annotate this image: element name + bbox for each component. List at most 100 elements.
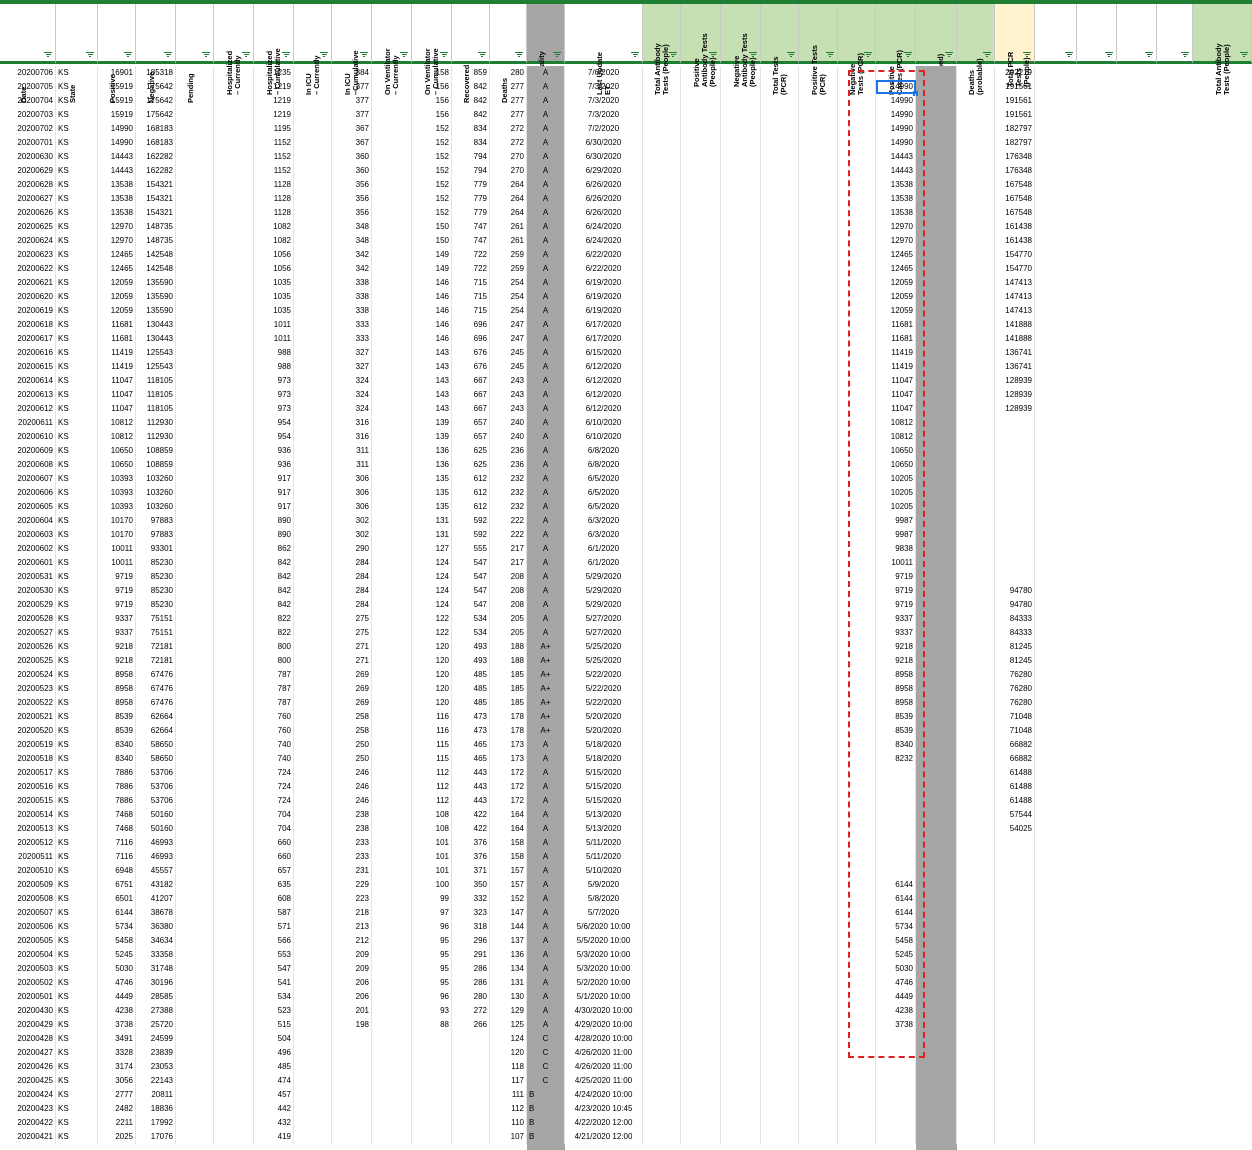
cell-neg-ab[interactable] — [721, 654, 761, 668]
cell-deaths[interactable]: 236 — [490, 444, 527, 458]
cell-deaths[interactable]: 277 — [490, 94, 527, 108]
cell-pending[interactable] — [176, 178, 214, 192]
cell-updated[interactable]: 6/17/2020 — [565, 318, 643, 332]
cell-hosp-cum[interactable]: 660 — [254, 836, 294, 850]
cell-pending[interactable] — [176, 192, 214, 206]
cell-pos-ab[interactable] — [681, 1004, 721, 1018]
cell-total-pcr[interactable] — [761, 332, 799, 346]
cell-positive[interactable]: 5030 — [98, 962, 136, 976]
cell-vent-cur[interactable] — [372, 1004, 412, 1018]
cell-grade[interactable]: A — [527, 248, 565, 262]
cell-icu-cur[interactable] — [294, 220, 332, 234]
cell-hosp-cum[interactable]: 973 — [254, 402, 294, 416]
cell-positive[interactable]: 14443 — [98, 164, 136, 178]
cell-deaths-conf[interactable] — [916, 1018, 957, 1032]
cell-total-pcr[interactable] — [761, 794, 799, 808]
cell-state[interactable]: KS — [56, 990, 98, 1004]
cell-icu-cum[interactable]: 356 — [332, 192, 372, 206]
cell-positive[interactable]: 7468 — [98, 822, 136, 836]
cell-deaths-prob[interactable] — [957, 374, 995, 388]
cell-deaths[interactable]: 264 — [490, 192, 527, 206]
cell-updated[interactable]: 5/7/2020 — [565, 906, 643, 920]
cell-date[interactable]: 20200619 — [0, 304, 56, 318]
cell-deaths-conf[interactable] — [916, 780, 957, 794]
table-row[interactable]: 20200503 KS 5030 31748 547 209 95 286 134 A 5/3/20… — [0, 962, 1252, 976]
cell-total-ab[interactable] — [643, 836, 681, 850]
cell-neg-ab[interactable] — [721, 136, 761, 150]
cell-updated[interactable]: 6/1/2020 — [565, 542, 643, 556]
cell-deaths[interactable]: 243 — [490, 388, 527, 402]
cell-neg-pcr[interactable] — [838, 696, 876, 710]
cell-neg-ab[interactable] — [721, 528, 761, 542]
column-header-total-pcr[interactable]: Total Tests (PCR) — [761, 4, 799, 95]
cell-hosp-cur[interactable] — [214, 304, 254, 318]
cell-deaths-conf[interactable] — [916, 1088, 957, 1102]
cell-deaths-prob[interactable] — [957, 1032, 995, 1046]
cell-neg-ab[interactable] — [721, 570, 761, 584]
cell-icu-cum[interactable]: 250 — [332, 738, 372, 752]
cell-hosp-cur[interactable] — [214, 934, 254, 948]
cell-pos-cases-pcr[interactable]: 12970 — [876, 234, 916, 248]
cell-total-pcr-people[interactable]: 71048 — [995, 724, 1035, 738]
cell-pos-cases-pcr[interactable]: 14990 — [876, 108, 916, 122]
cell-hosp-cum[interactable]: 890 — [254, 528, 294, 542]
cell-icu-cur[interactable] — [294, 570, 332, 584]
cell-pending[interactable] — [176, 206, 214, 220]
cell-vent-cur[interactable] — [372, 108, 412, 122]
cell-icu-cum[interactable]: 327 — [332, 360, 372, 374]
cell-pending[interactable] — [176, 402, 214, 416]
cell-hosp-cur[interactable] — [214, 122, 254, 136]
cell-deaths-conf[interactable] — [916, 164, 957, 178]
cell-pos-ab[interactable] — [681, 626, 721, 640]
cell-negative[interactable]: 135590 — [136, 276, 176, 290]
cell-pos-ab[interactable] — [681, 1060, 721, 1074]
cell-positive[interactable]: 8958 — [98, 668, 136, 682]
cell-date[interactable]: 20200524 — [0, 668, 56, 682]
filter-icon[interactable] — [709, 52, 717, 58]
cell-pos-cases-pcr[interactable] — [876, 1130, 916, 1144]
cell-icu-cum[interactable]: 271 — [332, 654, 372, 668]
cell-total-pcr-people[interactable] — [995, 1088, 1035, 1102]
cell-vent-cum[interactable]: 146 — [412, 290, 452, 304]
cell-pending[interactable] — [176, 458, 214, 472]
cell-date[interactable]: 20200529 — [0, 598, 56, 612]
cell-vent-cum[interactable]: 156 — [412, 80, 452, 94]
cell-negative[interactable]: 43182 — [136, 878, 176, 892]
cell-recovered[interactable]: 473 — [452, 724, 490, 738]
cell-neg-pcr[interactable] — [838, 612, 876, 626]
cell-date[interactable]: 20200502 — [0, 976, 56, 990]
cell-negative[interactable]: 118105 — [136, 374, 176, 388]
cell-negative[interactable]: 36380 — [136, 920, 176, 934]
cell-total-ab[interactable] — [643, 808, 681, 822]
cell-icu-cum[interactable]: 246 — [332, 766, 372, 780]
cell-total-ab[interactable] — [643, 500, 681, 514]
cell-vent-cur[interactable] — [372, 1074, 412, 1088]
cell-total-ab[interactable] — [643, 542, 681, 556]
cell-icu-cur[interactable] — [294, 1116, 332, 1130]
cell-pos-pcr[interactable] — [799, 808, 838, 822]
cell-state[interactable]: KS — [56, 178, 98, 192]
cell-hosp-cur[interactable] — [214, 1102, 254, 1116]
cell-total-ab[interactable] — [643, 892, 681, 906]
cell-icu-cur[interactable] — [294, 1032, 332, 1046]
cell-total-pcr-people[interactable]: 94780 — [995, 598, 1035, 612]
cell-hosp-cur[interactable] — [214, 850, 254, 864]
cell-icu-cur[interactable] — [294, 472, 332, 486]
cell-icu-cur[interactable] — [294, 696, 332, 710]
cell-neg-pcr[interactable] — [838, 1018, 876, 1032]
cell-vent-cum[interactable]: 120 — [412, 640, 452, 654]
cell-icu-cur[interactable] — [294, 388, 332, 402]
cell-deaths-prob[interactable] — [957, 766, 995, 780]
cell-pos-pcr[interactable] — [799, 290, 838, 304]
cell-grade[interactable]: A — [527, 388, 565, 402]
cell-vent-cum[interactable]: 115 — [412, 752, 452, 766]
cell-neg-pcr[interactable] — [838, 598, 876, 612]
cell-pos-pcr[interactable] — [799, 570, 838, 584]
cell-deaths[interactable]: 107 — [490, 1130, 527, 1144]
cell-icu-cur[interactable] — [294, 178, 332, 192]
cell-grade[interactable]: B — [527, 1088, 565, 1102]
cell-pos-ab[interactable] — [681, 136, 721, 150]
cell-vent-cum[interactable]: 116 — [412, 710, 452, 724]
cell-total-pcr[interactable] — [761, 178, 799, 192]
cell-pos-ab[interactable] — [681, 234, 721, 248]
